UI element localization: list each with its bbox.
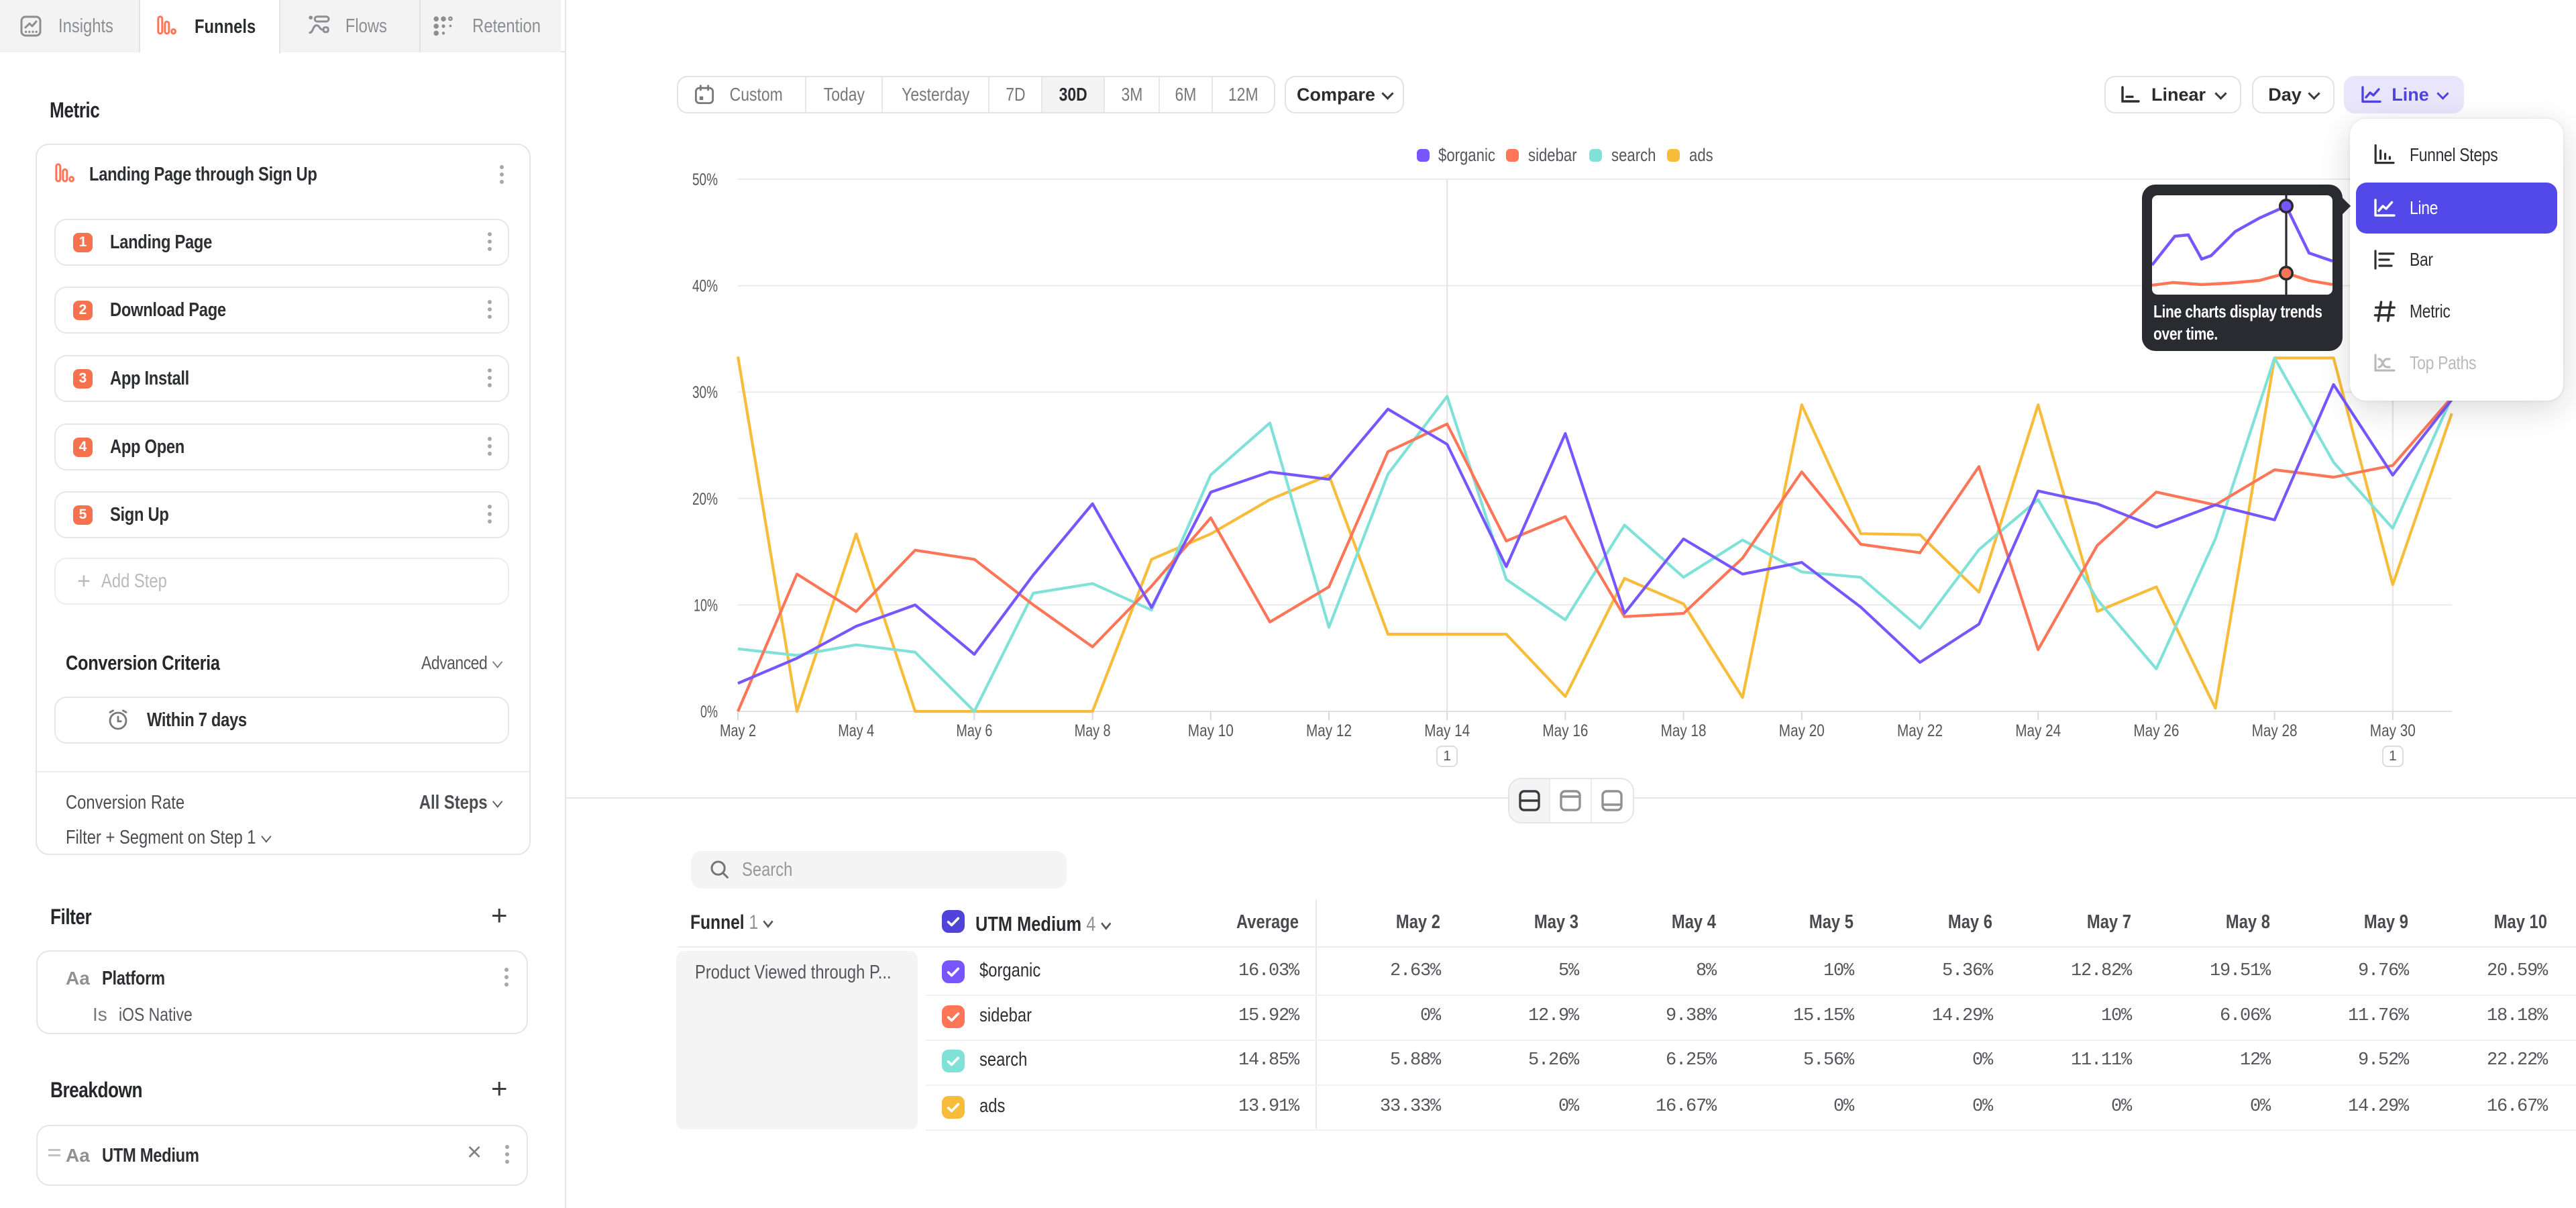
svg-text:May 26: May 26	[2133, 722, 2179, 740]
svg-text:May 28: May 28	[2252, 722, 2298, 740]
svg-text:May 4: May 4	[838, 722, 874, 740]
svg-text:40%: 40%	[692, 278, 718, 296]
svg-text:30%: 30%	[692, 384, 718, 402]
svg-text:May 18: May 18	[1661, 722, 1707, 740]
svg-text:May 2: May 2	[720, 722, 756, 740]
svg-text:20%: 20%	[692, 491, 718, 509]
svg-text:May 8: May 8	[1075, 722, 1111, 740]
svg-text:0%: 0%	[700, 703, 718, 721]
svg-text:May 20: May 20	[1779, 722, 1825, 740]
svg-text:May 16: May 16	[1542, 722, 1588, 740]
svg-text:May 24: May 24	[2015, 722, 2061, 740]
svg-text:10%: 10%	[694, 597, 718, 615]
svg-text:May 14: May 14	[1424, 722, 1470, 740]
svg-text:May 30: May 30	[2370, 722, 2416, 740]
svg-text:50%: 50%	[692, 171, 718, 189]
svg-text:May 10: May 10	[1188, 722, 1234, 740]
svg-text:May 22: May 22	[1897, 722, 1943, 740]
svg-text:May 6: May 6	[956, 722, 992, 740]
svg-text:May 12: May 12	[1306, 722, 1352, 740]
